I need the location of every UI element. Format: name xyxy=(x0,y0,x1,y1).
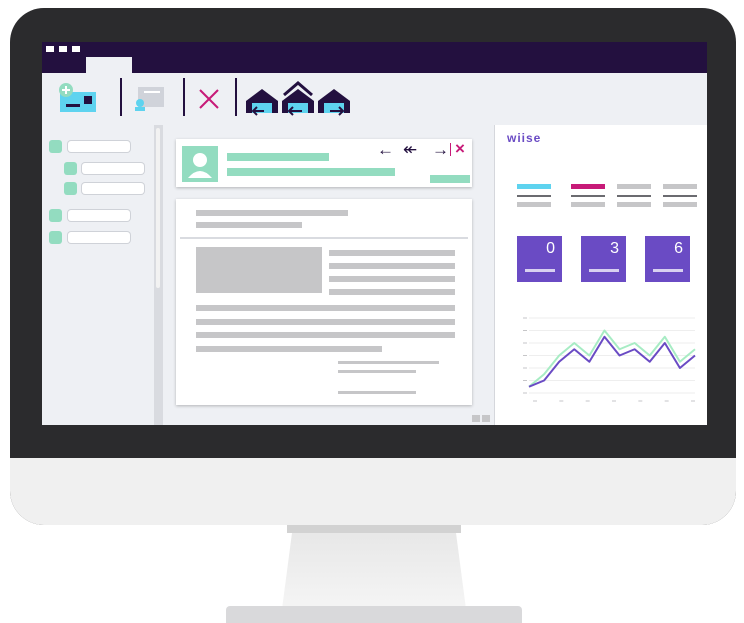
pager-dot[interactable] xyxy=(482,415,490,422)
dash-tab-underline xyxy=(571,195,605,197)
dash-tab-label xyxy=(571,202,605,207)
logo-text: wiise xyxy=(507,131,542,145)
folder-item[interactable] xyxy=(82,183,144,194)
folder-icon xyxy=(49,140,62,153)
new-message-icon[interactable] xyxy=(56,82,102,116)
metric-value: 3 xyxy=(610,240,619,257)
close-icon[interactable]: × xyxy=(455,140,465,157)
metric-label xyxy=(653,269,683,272)
metric-value: 0 xyxy=(546,240,555,257)
delete-icon[interactable] xyxy=(197,87,221,111)
window-dot[interactable] xyxy=(59,46,67,52)
scrollbar-thumb[interactable] xyxy=(156,128,160,288)
text-line xyxy=(196,210,348,216)
metric-label xyxy=(589,269,619,272)
metric-tile[interactable]: 6 xyxy=(645,236,690,282)
monitor-stand-neck xyxy=(282,525,466,609)
message-header: ← ↞ → × xyxy=(176,139,472,187)
metric-value: 6 xyxy=(674,240,683,257)
dash-tab-label xyxy=(663,202,697,207)
monitor-stand-shadow xyxy=(287,525,461,533)
back-arrow-icon[interactable]: ← xyxy=(377,141,394,158)
dash-tab-indicator[interactable] xyxy=(617,184,651,189)
text-line xyxy=(338,361,439,364)
text-line xyxy=(338,391,416,394)
message-pane: ← ↞ → × xyxy=(163,125,494,425)
metric-tile[interactable]: 0 xyxy=(517,236,562,282)
title-bar xyxy=(42,42,707,73)
divider xyxy=(180,237,468,239)
nav-separator xyxy=(450,143,451,156)
active-tab[interactable] xyxy=(86,57,132,73)
text-line xyxy=(196,332,455,338)
pager-dot[interactable] xyxy=(472,415,480,422)
text-line xyxy=(329,276,455,282)
folder-item[interactable] xyxy=(68,141,130,152)
dash-tab-label xyxy=(617,202,651,207)
window-dot[interactable] xyxy=(46,46,54,52)
reply-icon[interactable] xyxy=(244,83,280,117)
toolbar xyxy=(42,73,707,125)
toolbar-separator xyxy=(235,78,237,116)
text-line xyxy=(329,263,455,269)
folder-pane xyxy=(42,125,154,425)
sender-name-bar xyxy=(227,153,329,161)
back-all-arrow-icon[interactable]: ↞ xyxy=(403,141,417,158)
text-line xyxy=(196,346,382,352)
dash-tab-underline xyxy=(663,195,697,197)
folder-icon xyxy=(64,162,77,175)
dash-tab-underline xyxy=(517,195,551,197)
message-body xyxy=(176,199,472,405)
metric-tile[interactable]: 3 xyxy=(581,236,626,282)
reply-all-icon[interactable] xyxy=(278,77,318,117)
dash-tab-indicator[interactable] xyxy=(663,184,697,189)
folder-icon xyxy=(49,209,62,222)
screen: ← ↞ → × wiise 0 3 6 xyxy=(42,42,707,425)
text-line xyxy=(329,250,455,256)
wiise-logo: wiise xyxy=(507,131,541,149)
toolbar-separator xyxy=(183,78,185,116)
metric-label xyxy=(525,269,555,272)
monitor-stand-base xyxy=(226,606,522,623)
forward-icon[interactable] xyxy=(316,83,352,117)
monitor-chin xyxy=(10,458,736,525)
toolbar-separator xyxy=(120,78,122,116)
dashboard-pane: wiise 0 3 6 xyxy=(494,125,707,425)
folder-icon xyxy=(49,231,62,244)
folder-item[interactable] xyxy=(82,163,144,174)
subject-bar xyxy=(227,168,395,176)
image-placeholder xyxy=(196,247,322,293)
text-line xyxy=(196,222,302,228)
line-chart xyxy=(523,317,696,402)
dash-tab-underline xyxy=(617,195,651,197)
series-line-1 xyxy=(528,329,696,388)
text-line xyxy=(329,289,455,295)
window-dot[interactable] xyxy=(72,46,80,52)
forward-arrow-icon[interactable]: → xyxy=(432,141,449,158)
text-line xyxy=(196,305,455,311)
contact-card-icon[interactable] xyxy=(132,85,168,113)
dash-tab-label xyxy=(517,202,551,207)
text-line xyxy=(338,370,416,373)
text-line xyxy=(196,319,455,325)
avatar xyxy=(182,146,218,182)
dash-tab-indicator[interactable] xyxy=(517,184,551,189)
date-bar xyxy=(430,175,470,183)
folder-icon xyxy=(64,182,77,195)
folder-item[interactable] xyxy=(68,210,130,221)
folder-item[interactable] xyxy=(68,232,130,243)
dash-tab-indicator[interactable] xyxy=(571,184,605,189)
